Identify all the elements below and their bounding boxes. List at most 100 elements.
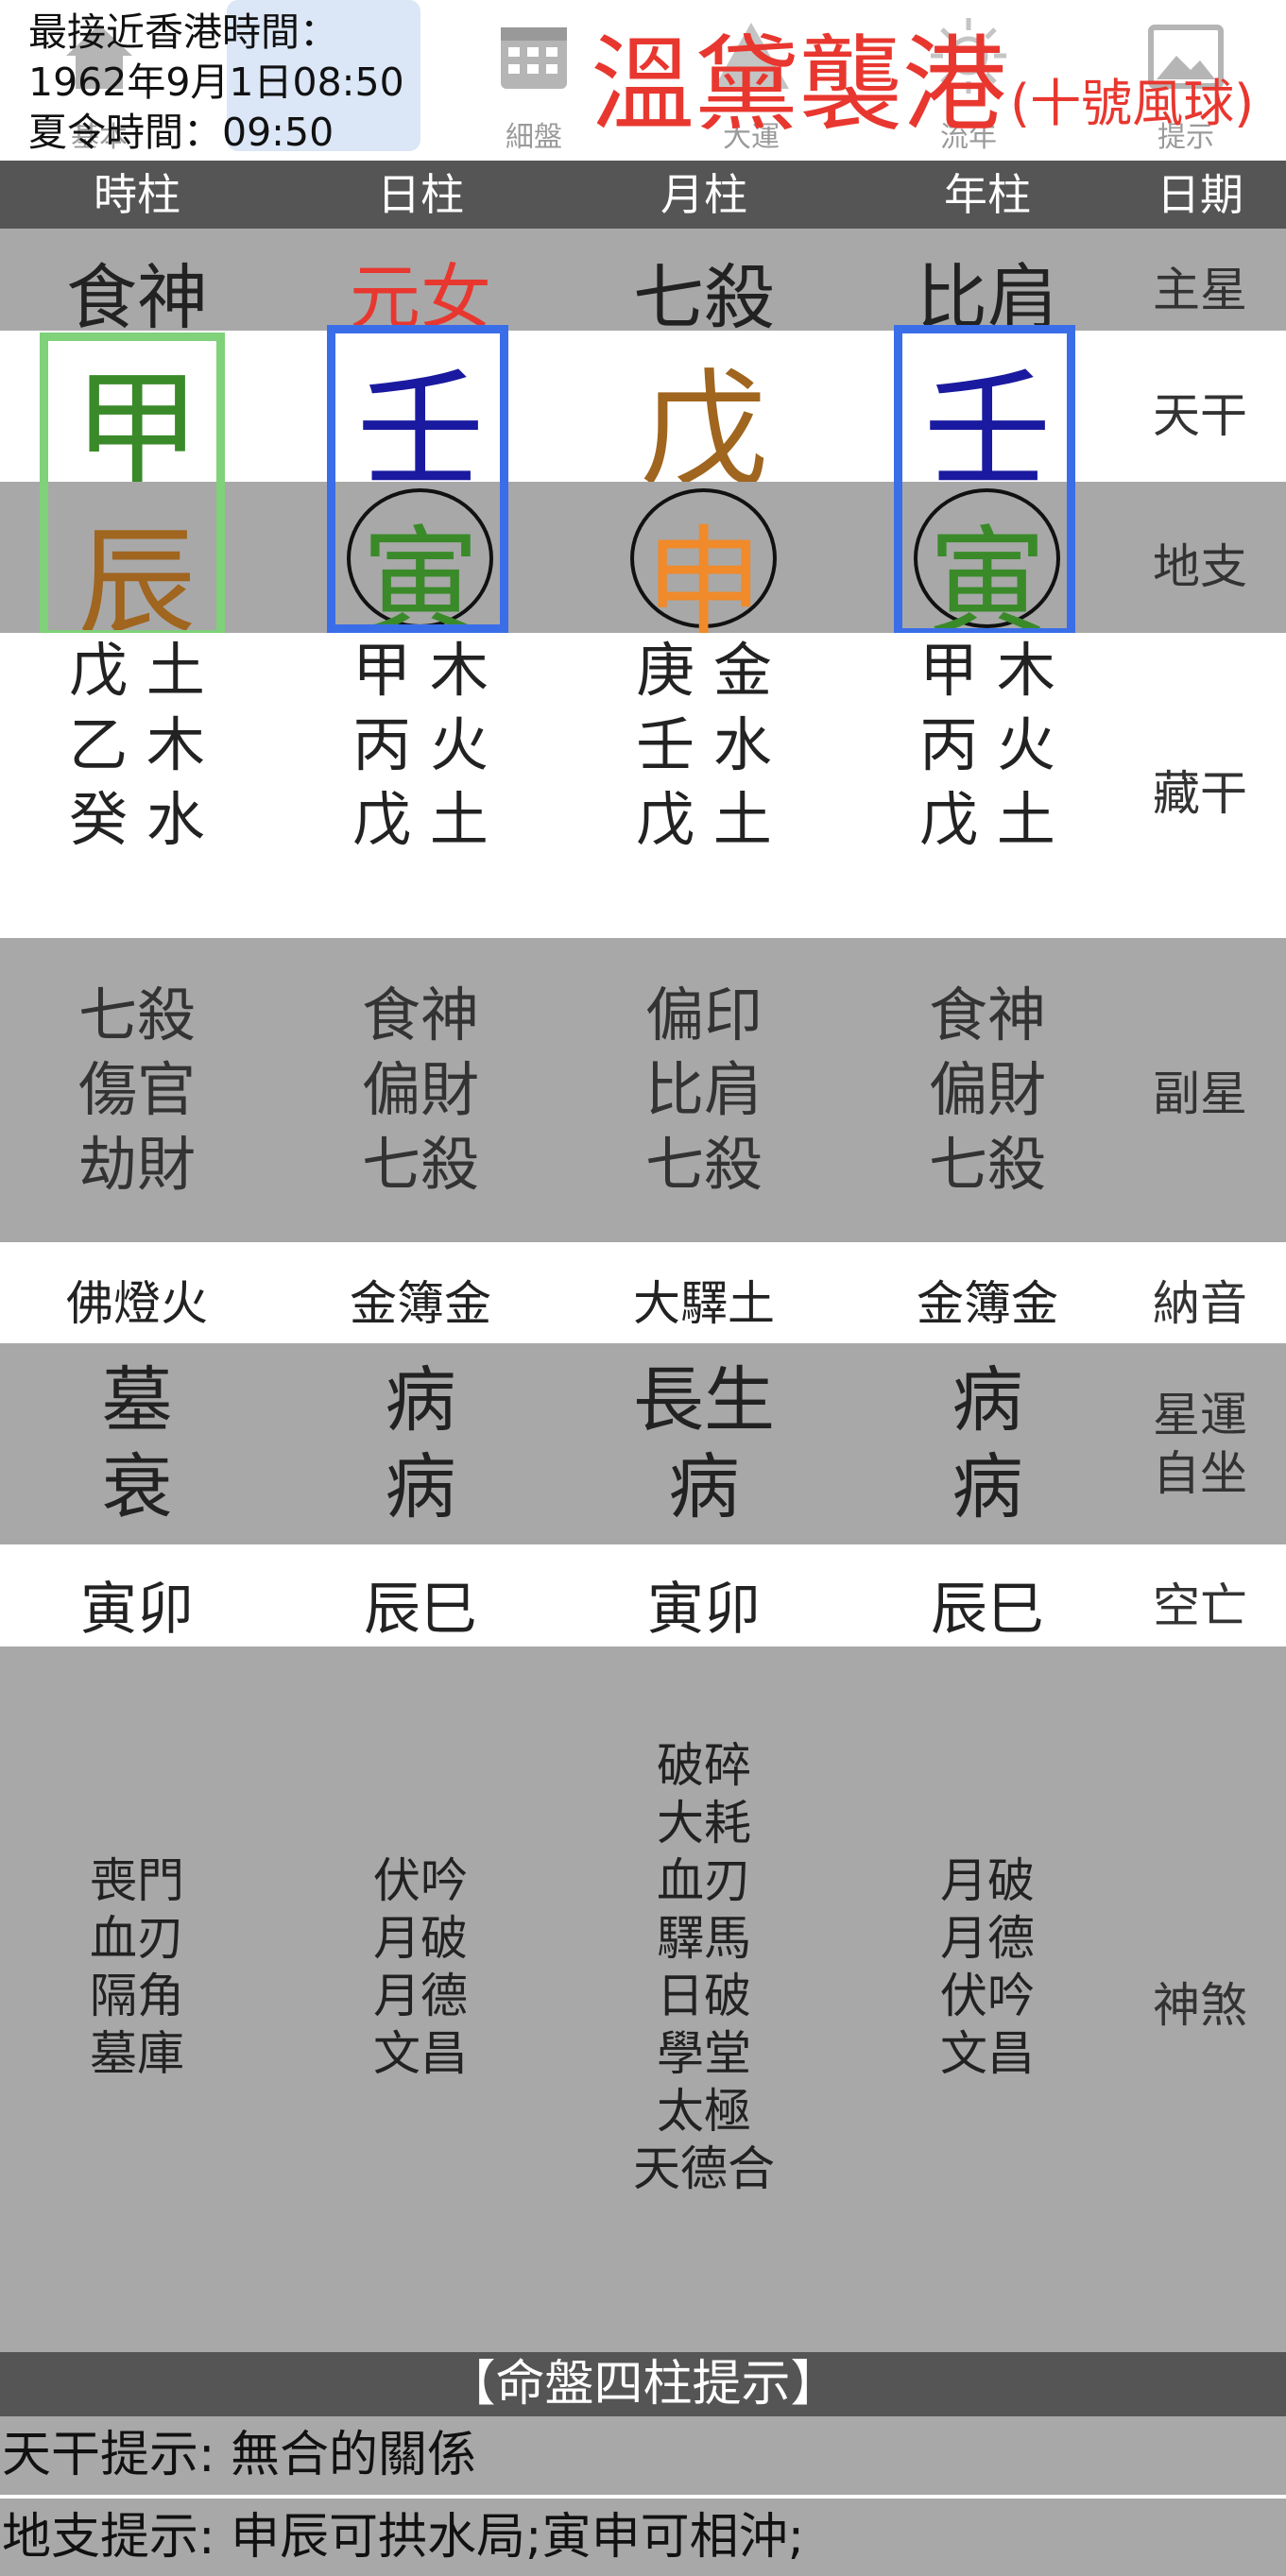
hidden-stem-item: 丙 火 — [919, 710, 1055, 779]
sub-star-hour: 七殺 傷官 劫財 — [43, 978, 231, 1202]
time-line-2: 1962年9月1日08:50 — [28, 60, 404, 105]
sub-star-row: 七殺 傷官 劫財 食神 偏財 七殺 偏印 比肩 七殺 食神 偏財 七殺 副星 — [0, 938, 1286, 1242]
sub-star-item: 食神 — [361, 981, 479, 1049]
hidden-stem-item: 乙 木 — [69, 710, 205, 779]
day-pillar-highlight — [327, 325, 508, 633]
shen-sha-day: 伏吟 月破 月德 文昌 — [326, 1852, 515, 2083]
star-luck-month: 長生 病 — [609, 1356, 798, 1530]
nayin-row: 佛燈火 金簿金 大驛土 金簿金 納音 — [0, 1242, 1286, 1343]
hidden-stem-item: 癸 水 — [69, 785, 205, 854]
self-seat-item: 病 — [668, 1445, 740, 1528]
sub-star-label: 副星 — [1153, 1066, 1247, 1121]
branch-month: 申 — [644, 515, 763, 652]
sub-star-item: 傷官 — [77, 1055, 196, 1124]
sub-star-day: 食神 偏財 七殺 — [326, 978, 515, 1202]
hour-pillar-highlight — [40, 333, 225, 639]
sub-star-item: 七殺 — [644, 1130, 763, 1199]
kong-wang-hour: 寅卯 — [80, 1577, 194, 1643]
sub-star-item: 食神 — [928, 981, 1046, 1049]
hidden-stem-item: 甲 木 — [352, 636, 489, 705]
sub-star-item: 偏財 — [361, 1055, 479, 1124]
calendar-icon — [463, 13, 605, 98]
nayin-year: 金簿金 — [917, 1276, 1058, 1331]
hidden-stems-label: 藏干 — [1153, 766, 1247, 821]
star-luck-label: 星運 自坐 — [1134, 1386, 1266, 1503]
shen-sha-hour: 喪門 血刃 隔角 墓庫 — [43, 1852, 231, 2083]
branch-hint: 地支提示: 申辰可拱水局;寅申可相沖; — [0, 2497, 1286, 2576]
header-month-pillar: 月柱 — [660, 169, 747, 220]
storm-signal: (十號風球) — [1010, 74, 1255, 133]
shen-sha-item: 文昌 — [940, 2026, 1035, 2081]
nearest-hk-time: 最接近香港時間： 1962年9月1日08:50 夏令時間：09:50 — [28, 8, 404, 158]
sub-star-item: 偏財 — [928, 1055, 1046, 1124]
main-star-label: 主星 — [1153, 263, 1247, 317]
shen-sha-item: 月破 — [373, 1911, 468, 1966]
shen-sha-year: 月破 月德 伏吟 文昌 — [893, 1852, 1082, 2083]
header-year-pillar: 年柱 — [944, 169, 1031, 220]
shen-sha-item: 伏吟 — [940, 1969, 1035, 2023]
hidden-stems-day: 甲 木 丙 火 戊 土 — [326, 633, 515, 857]
star-luck-day: 病 病 — [326, 1356, 515, 1530]
hidden-stem-item: 丙 火 — [352, 710, 489, 779]
tab-detail-label: 細盤 — [506, 121, 562, 154]
hidden-stem-item: 戊 土 — [919, 785, 1055, 854]
hidden-stems-month: 庚 金 壬 水 戊 土 — [609, 633, 798, 857]
header-day-pillar: 日柱 — [377, 169, 464, 220]
sub-star-item: 劫財 — [77, 1130, 196, 1199]
shen-sha-item: 月德 — [940, 1911, 1035, 1966]
hidden-stems-year: 甲 木 丙 火 戊 土 — [893, 633, 1082, 857]
shen-sha-item: 天德合 — [633, 2141, 775, 2196]
hidden-stem-item: 壬 水 — [636, 710, 772, 779]
sub-star-item: 比肩 — [644, 1055, 763, 1124]
storm-title: 溫黛襲港(十號風球) — [591, 28, 1254, 142]
star-luck-item: 病 — [952, 1358, 1023, 1442]
shen-sha-item: 血刃 — [90, 1911, 184, 1966]
sub-star-year: 食神 偏財 七殺 — [893, 978, 1082, 1202]
shen-sha-item: 隔角 — [90, 1969, 184, 2023]
shen-sha-item: 日破 — [657, 1969, 751, 2023]
sub-star-item: 七殺 — [361, 1130, 479, 1199]
storm-name: 溫黛襲港 — [591, 25, 1006, 145]
hidden-stem-item: 戊 土 — [69, 636, 205, 705]
shen-sha-item: 破碎 — [657, 1738, 751, 1793]
sub-star-item: 偏印 — [644, 981, 763, 1049]
tab-detail[interactable]: 細盤 — [463, 0, 605, 161]
toolbar: 基本 細盤 大運 流年 提示 最接近香港時間： 1962年9月1日08:50 夏… — [0, 0, 1286, 161]
star-luck-item: 墓 — [101, 1358, 173, 1442]
kong-wang-year: 辰巳 — [931, 1577, 1044, 1643]
kong-wang-day: 辰巳 — [364, 1577, 477, 1643]
heavenly-stem-label: 天干 — [1153, 388, 1247, 443]
shen-sha-item: 大耗 — [657, 1796, 751, 1851]
kong-wang-label: 空亡 — [1153, 1578, 1247, 1633]
shen-sha-item: 月德 — [373, 1969, 468, 2023]
self-seat-item: 病 — [385, 1445, 456, 1528]
hidden-stem-item: 庚 金 — [636, 636, 772, 705]
shen-sha-item: 學堂 — [657, 2026, 751, 2081]
star-luck-label-line2: 自坐 — [1153, 1446, 1247, 1501]
sub-star-item: 七殺 — [77, 981, 196, 1049]
shen-sha-month: 破碎 大耗 血刃 驛馬 日破 學堂 太極 天德合 — [609, 1737, 798, 2198]
sub-star-month: 偏印 比肩 七殺 — [609, 978, 798, 1202]
main-star-row: 食神 元女 七殺 比肩 主星 — [0, 229, 1286, 339]
header-date: 日期 — [1157, 169, 1243, 220]
shen-sha-item: 文昌 — [373, 2026, 468, 2081]
star-luck-hour: 墓 衰 — [43, 1356, 231, 1530]
time-line-3: 夏令時間：09:50 — [28, 110, 334, 155]
star-luck-item: 長生 — [632, 1358, 775, 1442]
shen-sha-item: 太極 — [657, 2084, 751, 2139]
shen-sha-item: 驛馬 — [657, 1911, 751, 1966]
star-luck-year: 病 病 — [893, 1356, 1082, 1530]
shen-sha-item: 伏吟 — [373, 1853, 468, 1908]
shen-sha-label: 神煞 — [1153, 1978, 1247, 2033]
hidden-stem-item: 戊 土 — [636, 785, 772, 854]
hidden-stem-item: 甲 木 — [919, 636, 1055, 705]
kong-wang-row: 寅卯 辰巳 寅卯 辰巳 空亡 — [0, 1544, 1286, 1646]
earthly-branch-label: 地支 — [1153, 539, 1247, 594]
stem-hint: 天干提示: 無合的關係 — [0, 2416, 1286, 2495]
shen-sha-item: 月破 — [940, 1853, 1035, 1908]
hidden-stem-item: 戊 土 — [352, 785, 489, 854]
time-line-1: 最接近香港時間： — [28, 9, 338, 55]
hidden-stems-hour: 戊 土 乙 木 癸 水 — [43, 633, 231, 857]
self-seat-item: 病 — [952, 1445, 1023, 1528]
year-pillar-highlight — [894, 325, 1075, 637]
